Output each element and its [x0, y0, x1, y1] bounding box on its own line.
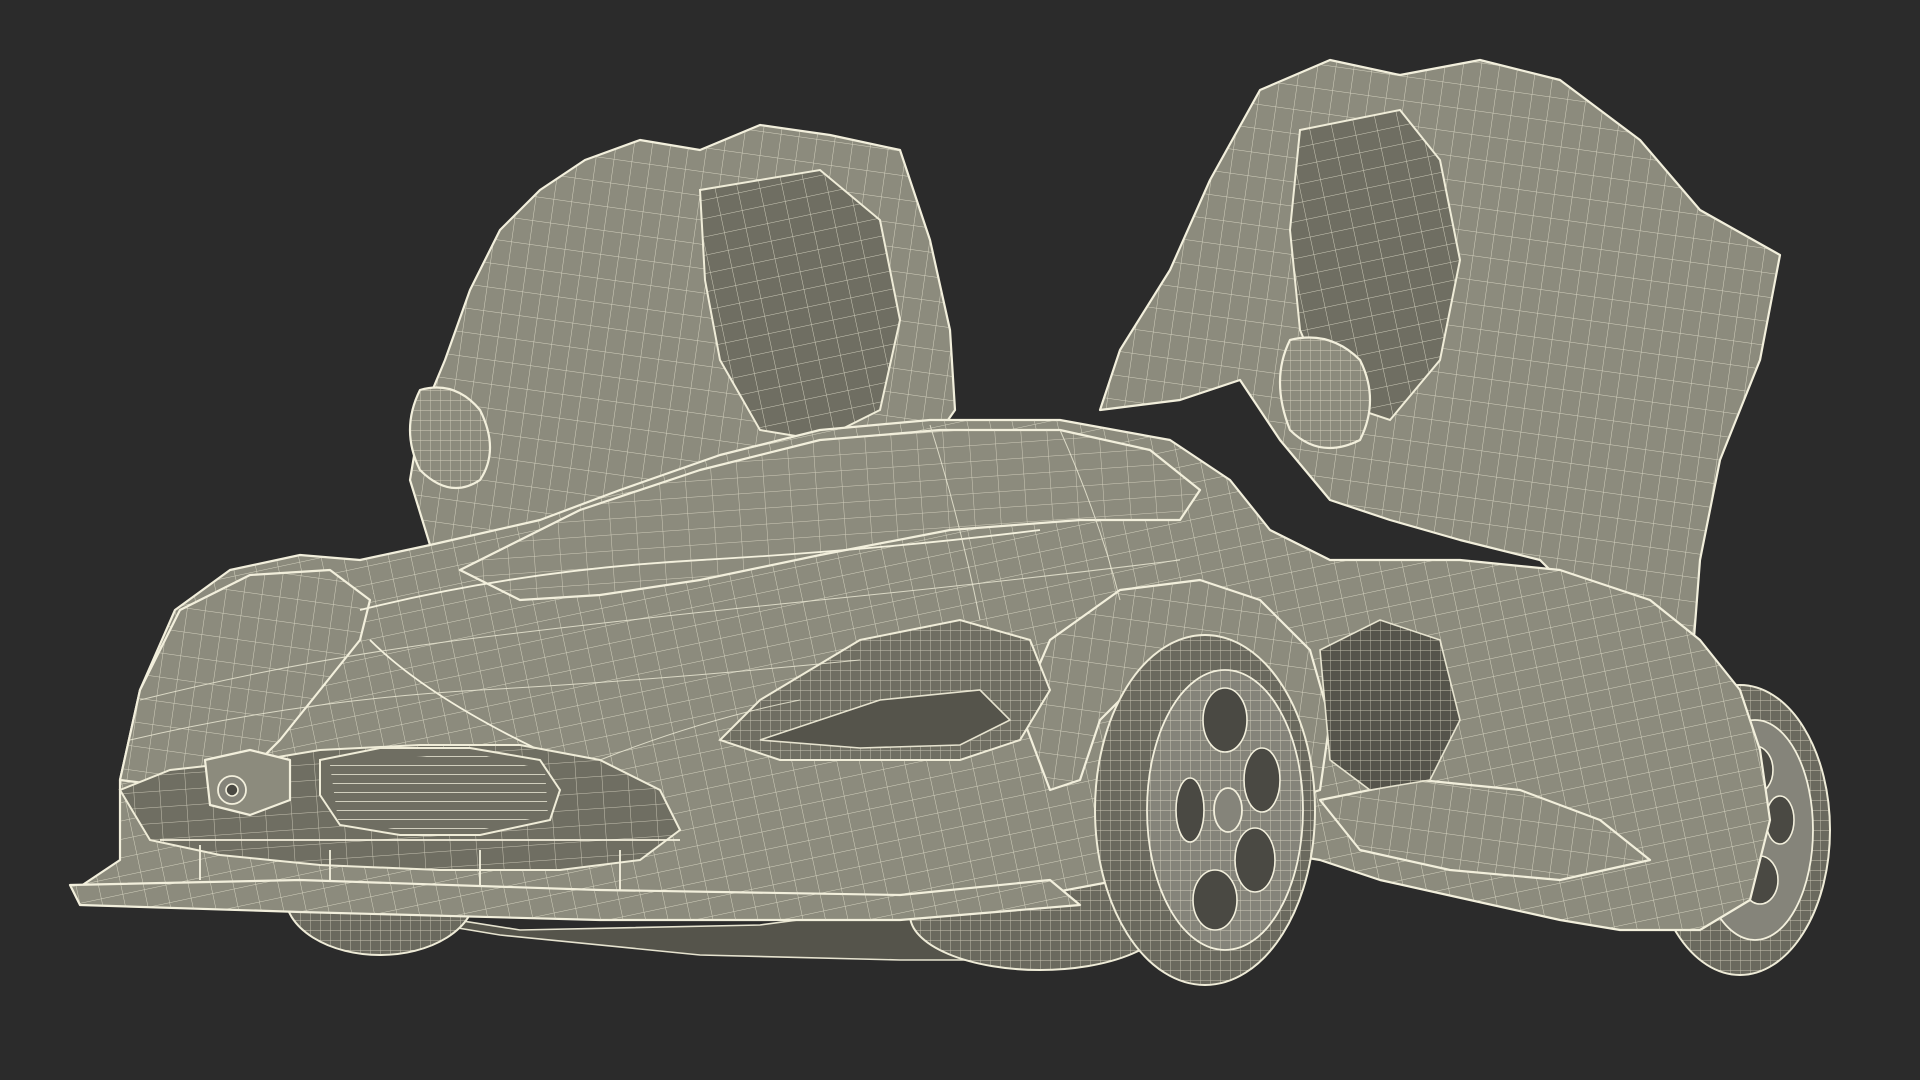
render-viewport — [0, 0, 1920, 1080]
front-right-wheel — [1094, 634, 1316, 986]
wireframe-car-render — [68, 58, 1831, 986]
